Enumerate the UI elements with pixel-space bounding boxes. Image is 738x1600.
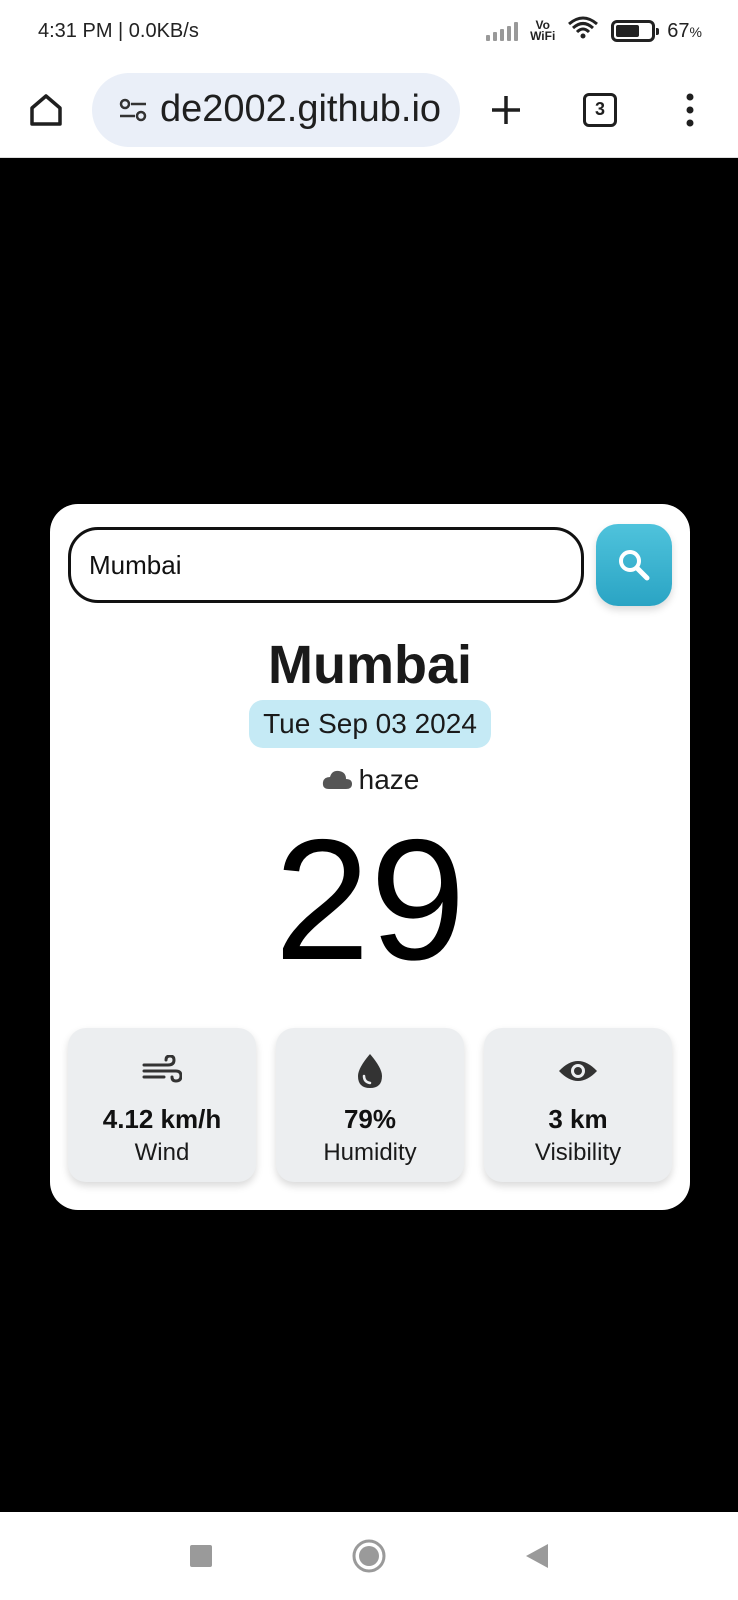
visibility-value: 3 km: [548, 1104, 608, 1134]
more-menu-button[interactable]: [662, 82, 718, 138]
wifi-icon: [567, 16, 599, 46]
recents-square-icon: [190, 1545, 212, 1567]
humidity-label: Humidity: [323, 1139, 417, 1166]
city-search-input[interactable]: [68, 527, 585, 603]
city-name: Mumbai: [267, 635, 472, 695]
status-bar: 4:31 PM | 0.0KB/s Vo WiFi 67%: [0, 0, 738, 62]
tab-switcher-button[interactable]: 3: [572, 82, 628, 138]
address-bar[interactable]: de2002.github.io: [92, 72, 460, 147]
status-time: 4:31 PM | 0.0KB/s: [38, 19, 199, 42]
weather-condition: haze: [68, 764, 672, 796]
home-circle-icon: [352, 1539, 386, 1573]
new-tab-button[interactable]: [478, 82, 534, 138]
search-icon: [619, 550, 650, 581]
home-button[interactable]: [18, 82, 74, 138]
battery-icon: [611, 20, 660, 42]
site-settings-icon[interactable]: [118, 97, 148, 123]
search-button[interactable]: [596, 524, 672, 606]
system-nav-bar: [0, 1512, 738, 1600]
back-triangle-icon: [526, 1544, 548, 1568]
humidity-value: 79%: [343, 1104, 397, 1134]
eye-icon: [559, 1061, 597, 1081]
more-menu-icon: [686, 93, 694, 126]
humidity-stat: 79% Humidity: [276, 1028, 464, 1182]
vowifi-icon: Vo WiFi: [530, 18, 556, 43]
weather-card: Mumbai Tue Sep 03 2024 haze 29 4.12 km/h: [50, 504, 690, 1210]
wind-label: Wind: [134, 1139, 190, 1166]
signal-icon: [486, 21, 519, 41]
condition-text: haze: [358, 764, 420, 795]
tab-switcher-icon: 3: [583, 92, 617, 127]
temperature: 29: [274, 804, 466, 996]
home-icon: [30, 93, 62, 126]
status-indicators: Vo WiFi 67%: [486, 16, 702, 46]
cloud-icon: [322, 770, 352, 789]
wind-icon: [142, 1055, 182, 1083]
recents-button[interactable]: [177, 1532, 225, 1580]
wind-stat: 4.12 km/h Wind: [68, 1028, 256, 1182]
battery-percent: 67%: [667, 19, 702, 42]
humidity-drop-icon: [358, 1054, 382, 1088]
search-row: [68, 524, 672, 606]
visibility-stat: 3 km Visibility: [484, 1028, 672, 1182]
page-viewport: Mumbai Tue Sep 03 2024 haze 29 4.12 km/h: [0, 158, 738, 1512]
wind-value: 4.12 km/h: [102, 1104, 222, 1134]
visibility-label: Visibility: [534, 1139, 622, 1166]
new-tab-icon: [492, 95, 520, 124]
weather-stats: 4.12 km/h Wind 79% Humidity 3 km Visibil…: [68, 1028, 672, 1182]
browser-toolbar: de2002.github.io 3: [0, 62, 738, 158]
back-button[interactable]: [513, 1532, 561, 1580]
home-nav-button[interactable]: [345, 1532, 393, 1580]
date-badge: Tue Sep 03 2024: [249, 700, 491, 748]
url-text: de2002.github.io: [160, 88, 442, 130]
